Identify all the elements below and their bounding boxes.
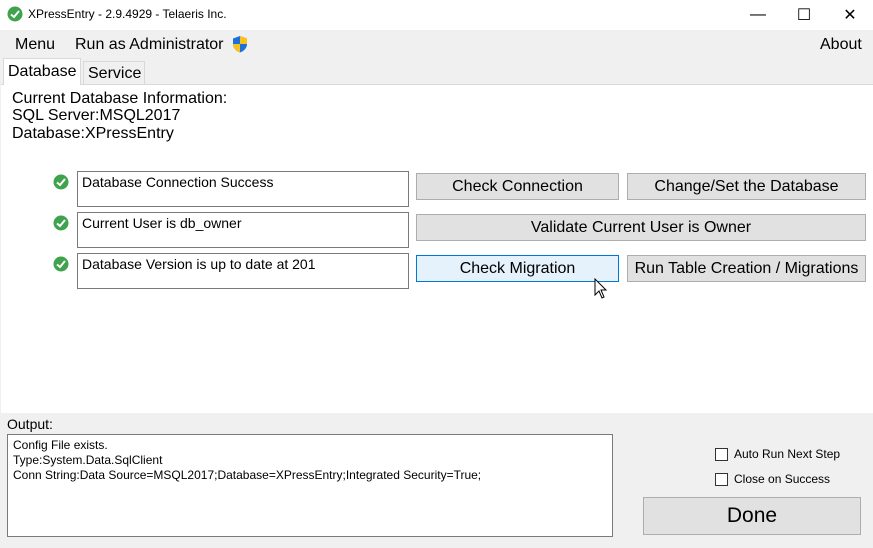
validate-owner-button[interactable]: Validate Current User is Owner <box>416 214 866 241</box>
menu-item-run-as-administrator[interactable]: Run as Administrator <box>75 36 224 54</box>
app-check-icon <box>7 6 23 22</box>
minimize-button[interactable]: — <box>735 0 781 30</box>
success-check-icon <box>53 256 69 272</box>
check-migration-button[interactable]: Check Migration <box>416 255 619 282</box>
close-on-success-checkbox[interactable] <box>715 473 728 486</box>
check-connection-button[interactable]: Check Connection <box>416 173 619 200</box>
output-line: Type:System.Data.SqlClient <box>13 453 163 467</box>
close-on-success-label[interactable]: Close on Success <box>734 472 830 486</box>
owner-status-field: Current User is db_owner <box>77 212 409 248</box>
output-line: Conn String:Data Source=MSQL2017;Databas… <box>13 468 482 482</box>
menu-item-menu[interactable]: Menu <box>15 36 55 54</box>
tab-service[interactable]: Service <box>83 61 145 85</box>
tab-database[interactable]: Database <box>3 58 81 85</box>
db-info-heading: Current Database Information: <box>12 90 228 107</box>
output-label: Output: <box>7 416 53 432</box>
auto-run-label[interactable]: Auto Run Next Step <box>734 447 840 461</box>
db-info-database: Database:XPressEntry <box>12 125 174 142</box>
mouse-cursor-icon <box>594 278 608 299</box>
output-line: Config File exists. <box>13 438 108 452</box>
change-database-button[interactable]: Change/Set the Database <box>627 173 866 200</box>
window-title: XPressEntry - 2.9.4929 - Telaeris Inc. <box>28 7 227 21</box>
connection-status-field: Database Connection Success <box>77 171 409 207</box>
maximize-button[interactable]: ☐ <box>781 0 827 30</box>
version-status-field: Database Version is up to date at 201 <box>77 253 409 289</box>
uac-shield-icon <box>233 36 247 53</box>
auto-run-checkbox[interactable] <box>715 448 728 461</box>
db-info-sql-server: SQL Server:MSQL2017 <box>12 107 181 124</box>
success-check-icon <box>53 174 69 190</box>
menu-item-about[interactable]: About <box>820 36 862 54</box>
run-migrations-button[interactable]: Run Table Creation / Migrations <box>627 255 866 282</box>
success-check-icon <box>53 215 69 231</box>
output-log[interactable]: Config File exists. Type:System.Data.Sql… <box>7 434 613 537</box>
done-button[interactable]: Done <box>643 497 861 535</box>
close-button[interactable]: ✕ <box>827 0 873 30</box>
